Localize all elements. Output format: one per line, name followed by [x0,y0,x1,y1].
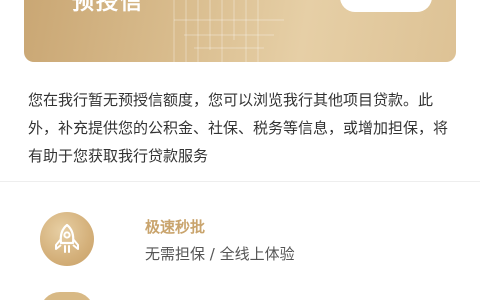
no-credit-info-text: 您在我行暂无预授信额度，您可以浏览我行其他项目贷款。此外，补充提供您的公积金、社… [28,91,449,165]
feature-item-fast-approval[interactable]: 极速秒批 无需担保 / 全线上体验 [40,212,460,272]
card-action-button[interactable] [340,0,432,12]
loan-page: 预授信 您在我行暂无预授信额度，您可以浏览我行其他项目贷款。此外，补充提供您的公… [0,0,480,300]
rocket-icon [40,212,94,266]
feature-description: 无需担保 / 全线上体验 [145,245,295,263]
pre-credit-card: 预授信 [24,0,456,62]
section-divider [0,181,480,182]
next-feature-icon-partial [40,292,94,300]
feature-title: 极速秒批 [145,218,206,236]
card-title: 预授信 [72,0,145,15]
